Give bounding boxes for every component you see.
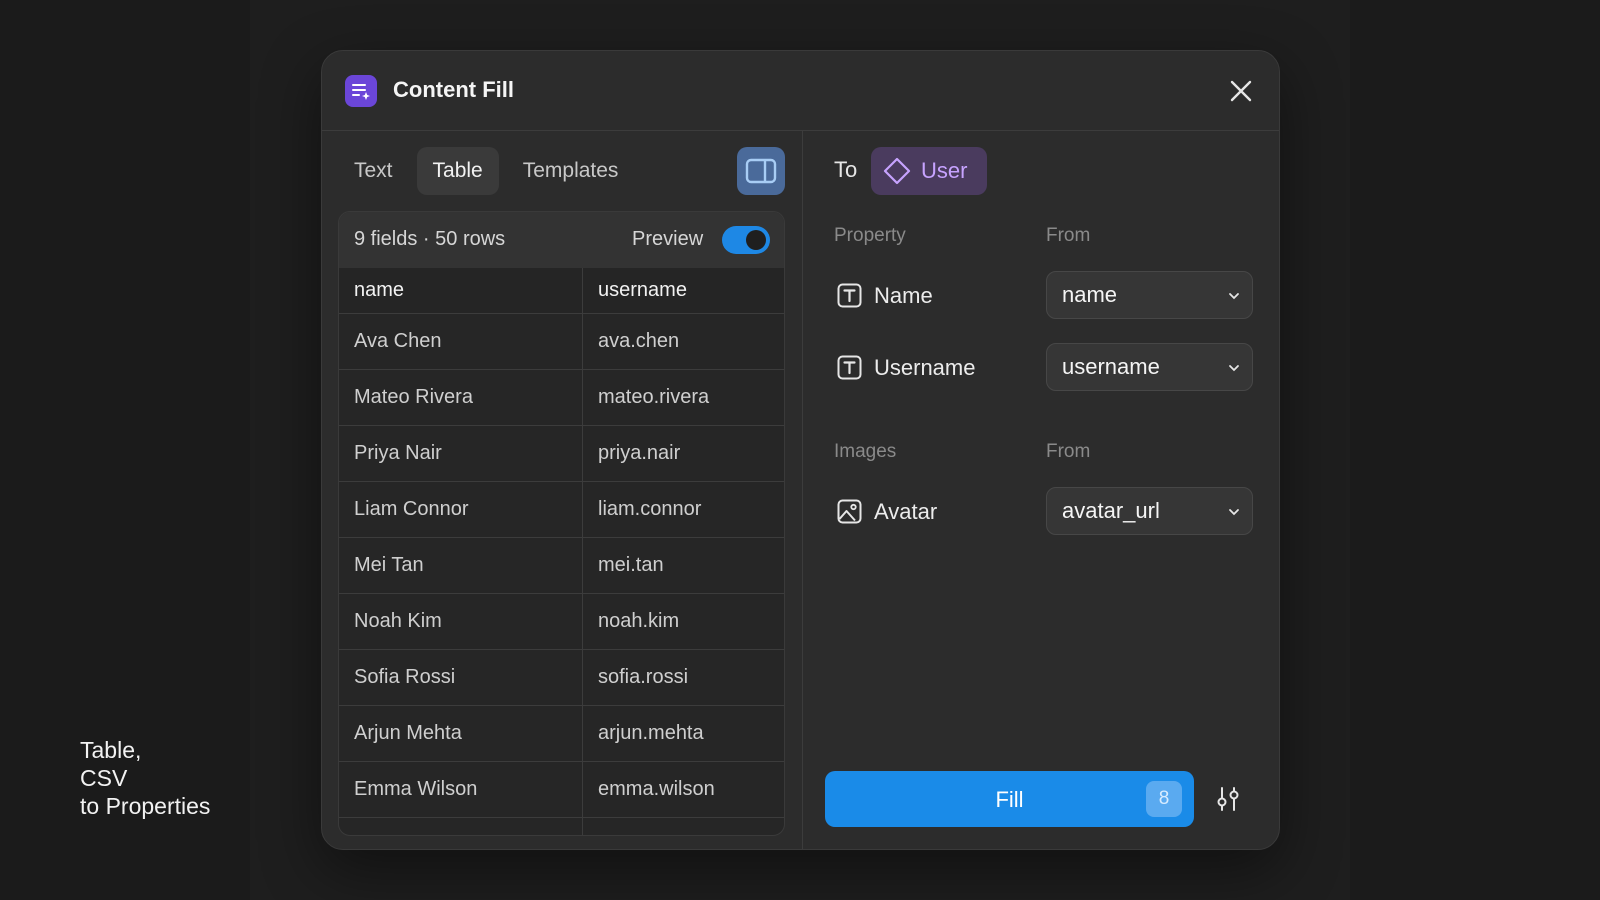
select-value: name <box>1062 282 1118 307</box>
data-table: 9 fields · 50 rows Preview name username… <box>338 211 785 836</box>
table-row: Emma Wilson emma.wilson <box>339 762 784 818</box>
split-view-icon <box>745 158 777 184</box>
source-tabs: Text Table Templates <box>338 147 634 195</box>
fill-count-badge: 8 <box>1146 781 1182 817</box>
from-header: From <box>1046 441 1091 462</box>
table-cell[interactable]: mateo.rivera <box>583 370 784 425</box>
from-header: From <box>1046 225 1091 246</box>
table-cell[interactable]: emma.wilson <box>583 762 784 817</box>
toggle-knob <box>746 230 766 250</box>
table-cell[interactable]: Liam Connor <box>339 482 583 537</box>
table-cell[interactable] <box>339 818 583 835</box>
target-label: To <box>834 157 858 182</box>
property-name: Username <box>874 355 976 380</box>
caption: Table, CSV to Properties <box>80 736 210 820</box>
table-cell[interactable]: Mateo Rivera <box>339 370 583 425</box>
select-value: username <box>1062 354 1160 379</box>
tab-text[interactable]: Text <box>338 147 409 195</box>
table-cell[interactable]: arjun.mehta <box>583 706 784 761</box>
table-cell[interactable]: mei.tan <box>583 538 784 593</box>
table-cell[interactable]: Sofia Rossi <box>339 650 583 705</box>
target-component-chip[interactable]: User <box>871 147 988 195</box>
table-cell[interactable]: ava.chen <box>583 314 784 369</box>
table-row: Priya Nair priya.nair <box>339 426 784 482</box>
caption-line-3: to Properties <box>80 793 211 819</box>
images-header: Images <box>834 441 897 462</box>
image-property-icon <box>837 499 862 524</box>
table-cell[interactable]: Mei Tan <box>339 538 583 593</box>
table-row: Arjun Mehta arjun.mehta <box>339 706 784 762</box>
tab-table[interactable]: Table <box>416 147 499 195</box>
close-icon <box>1230 80 1252 102</box>
table-row: Noah Kim noah.kim <box>339 594 784 650</box>
property-name: Name <box>874 283 933 308</box>
chevron-down-icon <box>1229 509 1239 516</box>
preview-label: Preview <box>632 228 704 250</box>
list-sparkle-icon <box>345 75 377 107</box>
dialog-header: Content Fill <box>322 51 1279 131</box>
property-header: Property <box>834 225 906 246</box>
chevron-down-icon <box>1229 365 1239 372</box>
caption-line-1: Table, <box>80 737 142 763</box>
table-cell[interactable]: noah.kim <box>583 594 784 649</box>
property-row-avatar: Avatar avatar_url <box>834 487 1264 535</box>
split-view-button[interactable] <box>737 147 785 195</box>
table-cell[interactable]: Priya Nair <box>339 426 583 481</box>
table-row: Liam Connor liam.connor <box>339 482 784 538</box>
fill-button-label: Fill <box>995 787 1024 812</box>
table-cell[interactable]: Noah Kim <box>339 594 583 649</box>
table-cell[interactable] <box>583 818 784 835</box>
text-property-icon <box>837 355 862 380</box>
tab-templates[interactable]: Templates <box>507 147 635 195</box>
table-cell[interactable]: Emma Wilson <box>339 762 583 817</box>
target-component-name: User <box>921 158 968 183</box>
property-name: Avatar <box>874 499 938 524</box>
preview-toggle[interactable] <box>722 226 770 254</box>
table-row <box>339 818 784 835</box>
column-header[interactable]: username <box>583 268 784 313</box>
component-diamond-icon <box>883 157 911 185</box>
table-summary: 9 fields · 50 rows <box>354 228 506 250</box>
caption-line-2: CSV <box>80 765 128 791</box>
property-row-username: Username username <box>834 343 1264 391</box>
table-cell[interactable]: priya.nair <box>583 426 784 481</box>
table-cell[interactable]: liam.connor <box>583 482 784 537</box>
fill-button[interactable]: Fill 8 <box>825 771 1194 827</box>
chevron-down-icon <box>1229 293 1239 300</box>
table-grid: name username Ava Chen ava.chen Mateo Ri… <box>339 268 784 835</box>
table-cell[interactable]: Ava Chen <box>339 314 583 369</box>
table-cell[interactable]: sofia.rossi <box>583 650 784 705</box>
table-row: Ava Chen ava.chen <box>339 314 784 370</box>
table-toolbar: 9 fields · 50 rows Preview <box>339 212 784 268</box>
property-source-select[interactable]: username <box>1046 343 1253 391</box>
panel-divider <box>802 131 803 849</box>
table-row: Mei Tan mei.tan <box>339 538 784 594</box>
table-header-row: name username <box>339 268 784 314</box>
fill-settings-button[interactable] <box>1208 779 1248 819</box>
content-fill-dialog: Content Fill Text Table Templates 9 fiel… <box>321 50 1280 850</box>
background-right <box>1350 0 1600 900</box>
select-value: avatar_url <box>1062 498 1160 523</box>
property-source-select[interactable]: name <box>1046 271 1253 319</box>
table-row: Mateo Rivera mateo.rivera <box>339 370 784 426</box>
image-source-select[interactable]: avatar_url <box>1046 487 1253 535</box>
dialog-title: Content Fill <box>393 77 514 102</box>
property-row-name: Name name <box>834 271 1264 319</box>
column-header[interactable]: name <box>339 268 583 313</box>
close-button[interactable] <box>1223 73 1259 109</box>
table-row: Sofia Rossi sofia.rossi <box>339 650 784 706</box>
sliders-icon <box>1217 787 1239 811</box>
text-property-icon <box>837 283 862 308</box>
table-cell[interactable]: Arjun Mehta <box>339 706 583 761</box>
